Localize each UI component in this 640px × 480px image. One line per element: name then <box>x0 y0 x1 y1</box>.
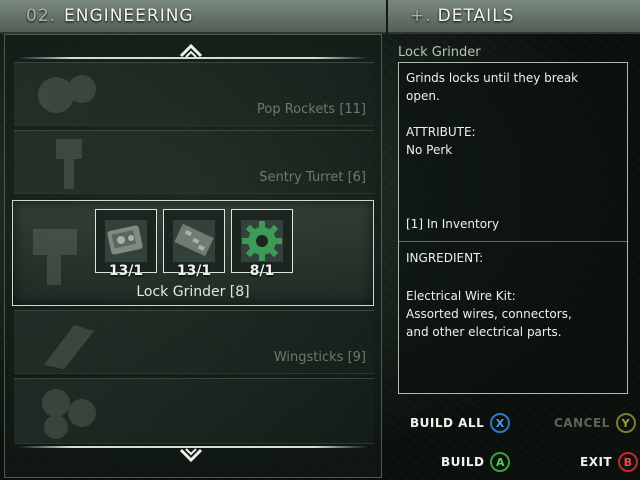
recipe-next[interactable] <box>14 378 374 444</box>
panel-title: ENGINEERING <box>64 6 194 26</box>
recipe-label: Sentry Turret [6] <box>259 170 366 185</box>
details-divider <box>399 241 627 242</box>
ingredient-label: INGREDIENT: <box>406 251 484 265</box>
build-all-button[interactable]: BUILD ALL X <box>410 413 511 433</box>
x-button-icon: X <box>490 413 511 433</box>
recipe-label: Wingsticks [9] <box>273 350 366 365</box>
panel-number: 02. <box>26 6 57 26</box>
engineering-header: 02. ENGINEERING <box>0 0 386 34</box>
a-button-icon: A <box>490 452 511 472</box>
ingredient-name: Electrical Wire Kit: <box>406 289 516 303</box>
circuit-board-icon <box>173 220 215 262</box>
pop-rockets-icon <box>38 75 96 113</box>
recipe-sentry-turret[interactable]: Sentry Turret [6] <box>14 130 374 194</box>
scroll-up-arrow-icon[interactable] <box>176 42 206 60</box>
recipe-pop-rockets[interactable]: Pop Rockets [11] <box>14 62 374 126</box>
scroll-down-arrow-icon[interactable] <box>176 446 206 464</box>
y-button-icon: Y <box>615 413 636 433</box>
attribute-value: No Perk <box>406 143 453 157</box>
details-item-name: Lock Grinder <box>398 45 481 60</box>
exit-label: EXIT <box>580 455 613 469</box>
attribute-label: ATTRIBUTE: <box>406 125 476 139</box>
recipe-label: Pop Rockets [11] <box>256 102 366 117</box>
item-description-line1: Grinds locks until they break <box>406 71 579 85</box>
selected-recipe-label: Lock Grinder [8] <box>136 284 250 300</box>
bandage-icon <box>42 389 96 439</box>
sentry-turret-icon <box>56 139 82 189</box>
engineering-panel: 02. ENGINEERING Pop Rockets [11] Sentry … <box>0 0 386 480</box>
recipe-wingsticks[interactable]: Wingsticks [9] <box>14 310 374 374</box>
build-button[interactable]: BUILD A <box>441 452 511 472</box>
build-label: BUILD <box>441 455 485 469</box>
wingsticks-icon <box>44 325 94 369</box>
ingredient-count: 13/1 <box>108 263 144 279</box>
ingredient-count: 8/1 <box>249 263 275 279</box>
details-header: +. DETAILS <box>388 0 640 34</box>
panel-number: +. <box>410 6 432 26</box>
gear-icon <box>241 220 283 262</box>
ingredient-description-line2: and other electrical parts. <box>406 325 562 339</box>
electrical-wire-kit-icon <box>105 220 147 262</box>
cancel-label: CANCEL <box>554 416 610 430</box>
build-all-label: BUILD ALL <box>410 416 485 430</box>
exit-button[interactable]: EXIT B <box>580 452 639 472</box>
item-description-line2: open. <box>406 89 440 103</box>
recipe-lock-grinder-selected[interactable]: 13/1 13/1 8/1 Lock Grinder [8] <box>12 200 374 306</box>
panel-title: DETAILS <box>437 6 515 26</box>
cancel-button[interactable]: CANCEL Y <box>554 413 636 433</box>
ingredient-description-line1: Assorted wires, connectors, <box>406 307 572 321</box>
inventory-count: [1] In Inventory <box>406 217 500 231</box>
details-box: Grinds locks until they break open. ATTR… <box>398 62 628 394</box>
ingredient-count: 13/1 <box>176 263 212 279</box>
b-button-icon: B <box>618 452 639 472</box>
lock-grinder-icon <box>33 229 77 285</box>
